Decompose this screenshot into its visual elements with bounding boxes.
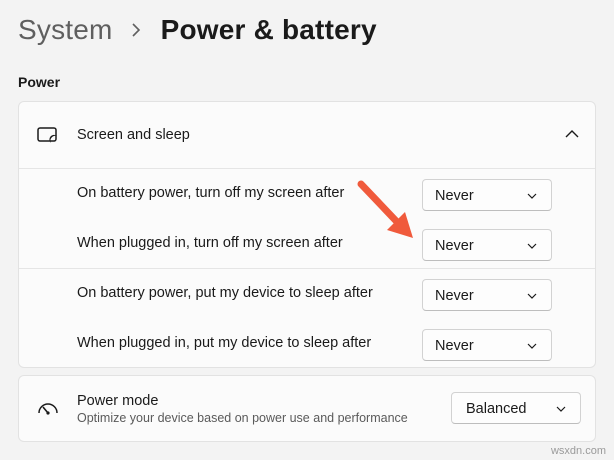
dropdown-value: Never [435,238,474,254]
screen-and-sleep-header[interactable]: Screen and sleep [19,102,595,169]
power-mode-description: Optimize your device based on power use … [77,411,408,425]
power-mode-dropdown[interactable]: Balanced [451,392,581,424]
breadcrumb: System Power & battery [18,10,377,50]
battery-screen-off-dropdown[interactable]: Never [422,179,552,211]
chevron-down-icon [556,406,566,412]
battery-sleep-dropdown[interactable]: Never [422,279,552,311]
dropdown-value: Never [435,288,474,304]
setting-row: When plugged in, put my device to sleep … [19,319,595,369]
screen-and-sleep-card: Screen and sleep On battery power, turn … [18,101,596,368]
setting-row: When plugged in, turn off my screen afte… [19,219,595,269]
screen-off-group: On battery power, turn off my screen aft… [19,169,595,269]
chevron-down-icon [527,193,537,199]
section-label-power: Power [18,74,61,90]
screen-sleep-icon [37,127,57,143]
power-mode-card: Power mode Optimize your device based on… [18,375,596,442]
plugged-screen-off-dropdown[interactable]: Never [422,229,552,261]
plugged-sleep-dropdown[interactable]: Never [422,329,552,361]
setting-row: On battery power, put my device to sleep… [19,269,595,319]
setting-label: On battery power, put my device to sleep… [77,285,373,301]
sleep-group: On battery power, put my device to sleep… [19,269,595,369]
chevron-down-icon [527,293,537,299]
setting-row: On battery power, turn off my screen aft… [19,169,595,219]
chevron-right-icon [131,23,140,37]
chevron-down-icon [527,243,537,249]
dropdown-value: Never [435,338,474,354]
dropdown-value: Balanced [466,401,527,417]
watermark: wsxdn.com [550,445,606,457]
page-title: Power & battery [160,14,377,45]
setting-label: On battery power, turn off my screen aft… [77,185,345,201]
chevron-up-icon[interactable] [565,129,579,139]
breadcrumb-system-link[interactable]: System [18,14,113,46]
power-mode-title: Power mode [77,393,159,409]
speedometer-icon [38,403,58,415]
setting-label: When plugged in, put my device to sleep … [77,335,372,351]
chevron-down-icon [527,343,537,349]
screen-and-sleep-title: Screen and sleep [77,127,190,143]
setting-label: When plugged in, turn off my screen afte… [77,235,343,251]
dropdown-value: Never [435,188,474,204]
